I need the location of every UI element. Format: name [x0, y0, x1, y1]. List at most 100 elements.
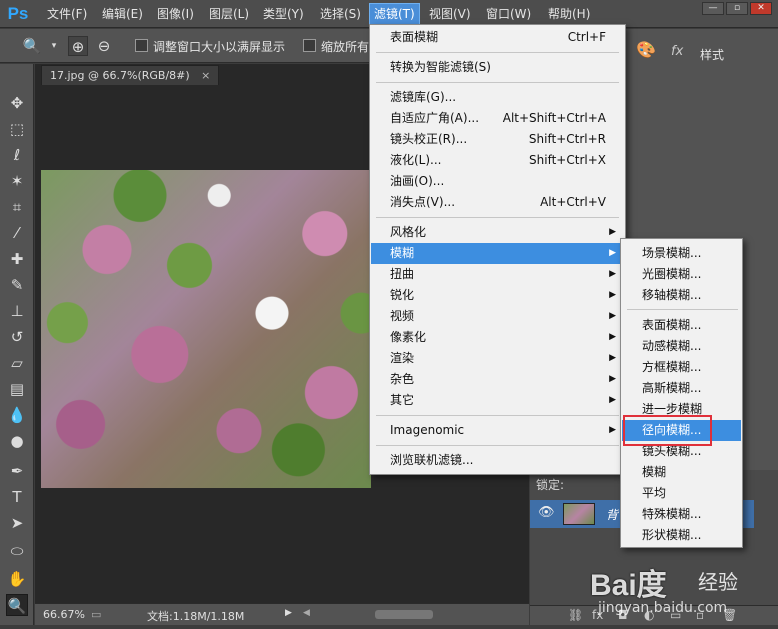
zoom-level[interactable]: 66.67% — [43, 608, 85, 621]
photoshop-logo: Ps — [7, 4, 29, 23]
layer-mask-icon[interactable]: ◘ — [618, 608, 628, 622]
type-tool-icon[interactable]: T — [6, 486, 28, 508]
window-controls: — ▫ ✕ — [698, 0, 778, 28]
minimize-button[interactable]: — — [702, 2, 724, 15]
menu-window[interactable]: 窗口(W) — [482, 4, 535, 24]
magic-wand-tool-icon[interactable]: ✶ — [6, 170, 28, 192]
filter-group-noise[interactable]: 杂色 ▶ — [371, 369, 624, 390]
group-folder-icon[interactable]: ▭ — [670, 608, 681, 622]
menu-edit[interactable]: 编辑(E) — [98, 4, 147, 24]
blur-average[interactable]: 平均 — [622, 483, 741, 504]
close-tab-icon[interactable]: × — [201, 69, 210, 82]
blur-field[interactable]: 场景模糊... — [622, 243, 741, 264]
filter-group-sharpen[interactable]: 锐化 ▶ — [371, 285, 624, 306]
filter-smart-filters[interactable]: 转换为智能滤镜(S) — [371, 57, 624, 78]
eyedropper-tool-icon[interactable]: ⁄ — [6, 222, 28, 244]
filter-browse-online[interactable]: 浏览联机滤镜... — [371, 450, 624, 471]
filter-lens-correction[interactable]: 镜头校正(R)... Shift+Ctrl+R — [371, 129, 624, 150]
dodge-tool-icon[interactable]: ● — [6, 430, 28, 452]
blur-surface[interactable]: 表面模糊... — [622, 315, 741, 336]
filter-last[interactable]: 表面模糊 Ctrl+F — [371, 27, 624, 48]
close-button[interactable]: ✕ — [750, 2, 772, 15]
gradient-tool-icon[interactable]: ▤ — [6, 378, 28, 400]
filter-group-distort[interactable]: 扭曲 ▶ — [371, 264, 624, 285]
marquee-tool-icon[interactable]: ⬚ — [6, 118, 28, 140]
zoom-tool-icon[interactable]: 🔍 — [6, 594, 28, 616]
tool-preset-dropdown-icon[interactable]: ▾ — [44, 36, 64, 56]
ellipse-tool-icon[interactable]: ⬭ — [6, 540, 28, 562]
menu-filter[interactable]: 滤镜(T) — [369, 3, 420, 25]
styles-panel-label[interactable]: 样式 — [700, 46, 724, 63]
blur-box[interactable]: 方框模糊... — [622, 357, 741, 378]
filter-adaptive-wide-label: 自适应广角(A)... — [390, 111, 480, 125]
submenu-arrow-icon: ▶ — [609, 269, 616, 279]
clone-stamp-tool-icon[interactable]: ⊥ — [6, 300, 28, 322]
submenu-arrow-icon: ▶ — [609, 374, 616, 384]
menu-select[interactable]: 选择(S) — [316, 4, 365, 24]
history-brush-tool-icon[interactable]: ↺ — [6, 326, 28, 348]
image-canvas[interactable] — [41, 170, 371, 488]
filter-group-distort-label: 扭曲 — [390, 267, 415, 281]
fit-window-checkbox[interactable] — [135, 39, 148, 52]
visibility-eye-icon[interactable]: 👁 — [538, 505, 555, 520]
fx-icon[interactable]: fx — [671, 44, 683, 59]
crop-tool-icon[interactable]: ⌗ — [6, 196, 28, 218]
restore-button[interactable]: ▫ — [726, 2, 748, 15]
brush-tool-icon[interactable]: ✎ — [6, 274, 28, 296]
link-layers-icon[interactable]: ⛓ — [568, 608, 583, 622]
adjustment-layer-icon[interactable]: ◐ — [644, 608, 654, 622]
horizontal-scrollbar[interactable] — [375, 610, 433, 619]
menu-type[interactable]: 类型(Y) — [259, 4, 308, 24]
submenu-arrow-icon: ▶ — [609, 395, 616, 405]
submenu-arrow-icon: ▶ — [609, 332, 616, 342]
blur-shape[interactable]: 形状模糊... — [622, 525, 741, 546]
path-selection-tool-icon[interactable]: ➤ — [6, 512, 28, 534]
menu-help[interactable]: 帮助(H) — [544, 4, 594, 24]
filter-liquify[interactable]: 液化(L)... Shift+Ctrl+X — [371, 150, 624, 171]
filter-group-video[interactable]: 视频 ▶ — [371, 306, 624, 327]
hand-tool-icon[interactable]: ✋ — [6, 568, 28, 590]
layer-name[interactable]: 背 — [606, 506, 618, 523]
zoom-out-icon[interactable]: ⊖ — [94, 36, 114, 56]
lasso-tool-icon[interactable]: ℓ — [6, 144, 28, 166]
menu-separator — [376, 415, 619, 416]
new-layer-icon[interactable]: ▫ — [696, 608, 704, 622]
filter-group-render[interactable]: 渲染 ▶ — [371, 348, 624, 369]
menu-image[interactable]: 图像(I) — [153, 4, 198, 24]
blur-tool-icon[interactable]: 💧 — [6, 404, 28, 426]
blur-simple[interactable]: 模糊 — [622, 462, 741, 483]
menu-layer[interactable]: 图层(L) — [205, 4, 253, 24]
zoom-in-icon[interactable]: ⊕ — [68, 36, 88, 56]
blur-gaussian[interactable]: 高斯模糊... — [622, 378, 741, 399]
filter-oil-paint[interactable]: 油画(O)... — [371, 171, 624, 192]
move-tool-icon[interactable]: ✥ — [6, 92, 28, 114]
status-menu-arrow-icon[interactable]: ▶ — [285, 608, 292, 618]
blur-smart[interactable]: 特殊模糊... — [622, 504, 741, 525]
trash-icon[interactable]: 🗑 — [722, 608, 737, 622]
menu-file[interactable]: 文件(F) — [43, 4, 91, 24]
filter-group-stylize-label: 风格化 — [390, 225, 427, 239]
filter-vanishing-point[interactable]: 消失点(V)... Alt+Ctrl+V — [371, 192, 624, 213]
blur-iris[interactable]: 光圈模糊... — [622, 264, 741, 285]
zoom-all-label: 缩放所有 — [321, 40, 370, 54]
menu-view[interactable]: 视图(V) — [425, 4, 475, 24]
eraser-tool-icon[interactable]: ▱ — [6, 352, 28, 374]
filter-imagenomic[interactable]: Imagenomic ▶ — [371, 420, 624, 441]
filter-gallery[interactable]: 滤镜库(G)... — [371, 87, 624, 108]
zoom-all-checkbox[interactable] — [303, 39, 316, 52]
layer-style-icon[interactable]: fx — [592, 608, 603, 622]
blur-motion[interactable]: 动感模糊... — [622, 336, 741, 357]
filter-group-noise-label: 杂色 — [390, 372, 415, 386]
filter-group-other[interactable]: 其它 ▶ — [371, 390, 624, 411]
document-tab[interactable]: 17.jpg @ 66.7%(RGB/8#) × — [41, 65, 220, 85]
zoom-tool-icon[interactable]: 🔍 — [22, 36, 42, 56]
filter-group-stylize[interactable]: 风格化 ▶ — [371, 222, 624, 243]
blur-tilt-shift[interactable]: 移轴模糊... — [622, 285, 741, 306]
healing-brush-tool-icon[interactable]: ✚ — [6, 248, 28, 270]
swatches-icon[interactable]: 🎨 — [636, 40, 656, 59]
scroll-left-icon[interactable]: ◀ — [303, 608, 310, 618]
filter-group-pixelate[interactable]: 像素化 ▶ — [371, 327, 624, 348]
filter-adaptive-wide[interactable]: 自适应广角(A)... Alt+Shift+Ctrl+A — [371, 108, 624, 129]
pen-tool-icon[interactable]: ✒ — [6, 460, 28, 482]
filter-group-blur[interactable]: 模糊 ▶ — [371, 243, 624, 264]
